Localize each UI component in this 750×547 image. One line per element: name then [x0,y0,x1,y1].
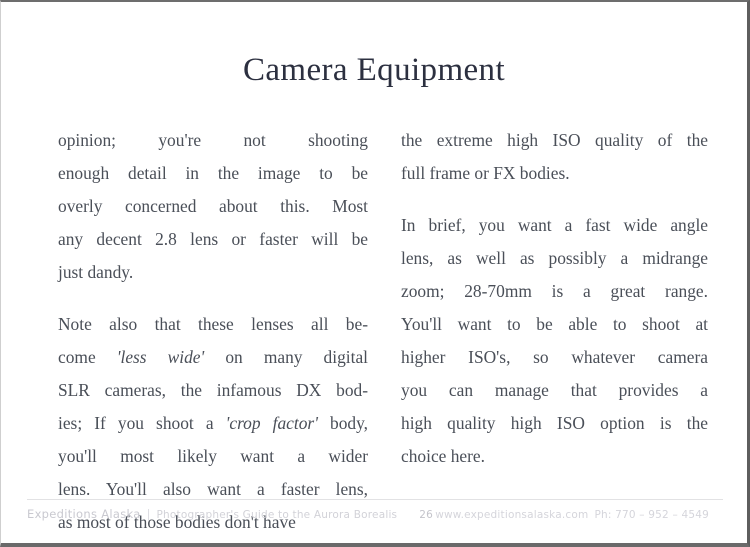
text-line: You'll want to be able to shoot at [401,314,708,334]
text-line: any decent 2.8 lens or faster will be [58,229,368,249]
text-line: lens, as well as possibly a midrange [401,248,708,268]
text-line: opinion; you're not shooting [58,130,368,150]
footer-website: www.expeditionsalaska.com [435,509,589,521]
text-line: enough detail in the image to be [58,163,368,183]
text-line: the extreme high ISO quality of the [401,130,708,150]
paragraph-in-brief: In brief, you want a fast wide angle len… [401,209,708,473]
page-canvas: Camera Equipment opinion; you're not sho… [1,2,747,543]
left-column: opinion; you're not shooting enough deta… [58,124,368,539]
paragraph-opinion: opinion; you're not shooting enough deta… [58,124,368,289]
text-line: In brief, you want a fast wide angle [401,215,708,235]
text-line: just dandy. [58,262,134,282]
text-line: high quality high ISO option is the [401,413,708,433]
text-line: choice here. [401,446,485,466]
body-columns: opinion; you're not shooting enough deta… [58,124,708,539]
text-line: overly concerned about this. Most [58,196,368,216]
text-line: you can manage that provides a [401,380,708,400]
text-line: full frame or FX bodies. [401,163,570,183]
footer-subtitle: Photographer's Guide to the Aurora Borea… [156,509,398,521]
text-line-italic-crop-factor: ies; If you shoot a 'crop factor' body, [58,413,368,433]
right-column: the extreme high ISO quality of the full… [401,124,708,539]
document-page: Camera Equipment opinion; you're not sho… [0,0,750,547]
footer-brand: Expeditions Alaska [27,507,141,521]
paragraph-extreme-iso: the extreme high ISO quality of the full… [401,124,708,190]
page-title: Camera Equipment [242,52,506,89]
italic-phrase-less-wide: 'less wide' [116,347,205,367]
footer-contact: www.expeditionsalaska.com Ph: 770 – 952 –… [435,509,709,521]
text-line: SLR cameras, the infamous DX bod- [58,380,368,400]
footer-divider-rule [27,499,723,500]
footer-divider-pipe: | [146,507,151,521]
footer-page-number: 26 [419,509,433,521]
text-line-italic-less-wide: come 'less wide' on many digital [58,347,368,367]
text-line: Note also that these lenses all be- [58,314,368,334]
footer-content: Expeditions Alaska | Photographer's Guid… [27,507,723,521]
text-line: higher ISO's, so whatever camera [401,347,708,367]
italic-phrase-crop-factor: 'crop factor' [225,413,318,433]
text-line: you'll most likely want a wider [58,446,368,466]
text-line: zoom; 28-70mm is a great range. [401,281,708,301]
page-footer: Expeditions Alaska | Photographer's Guid… [27,499,723,527]
footer-phone: Ph: 770 – 952 – 4549 [594,509,709,521]
